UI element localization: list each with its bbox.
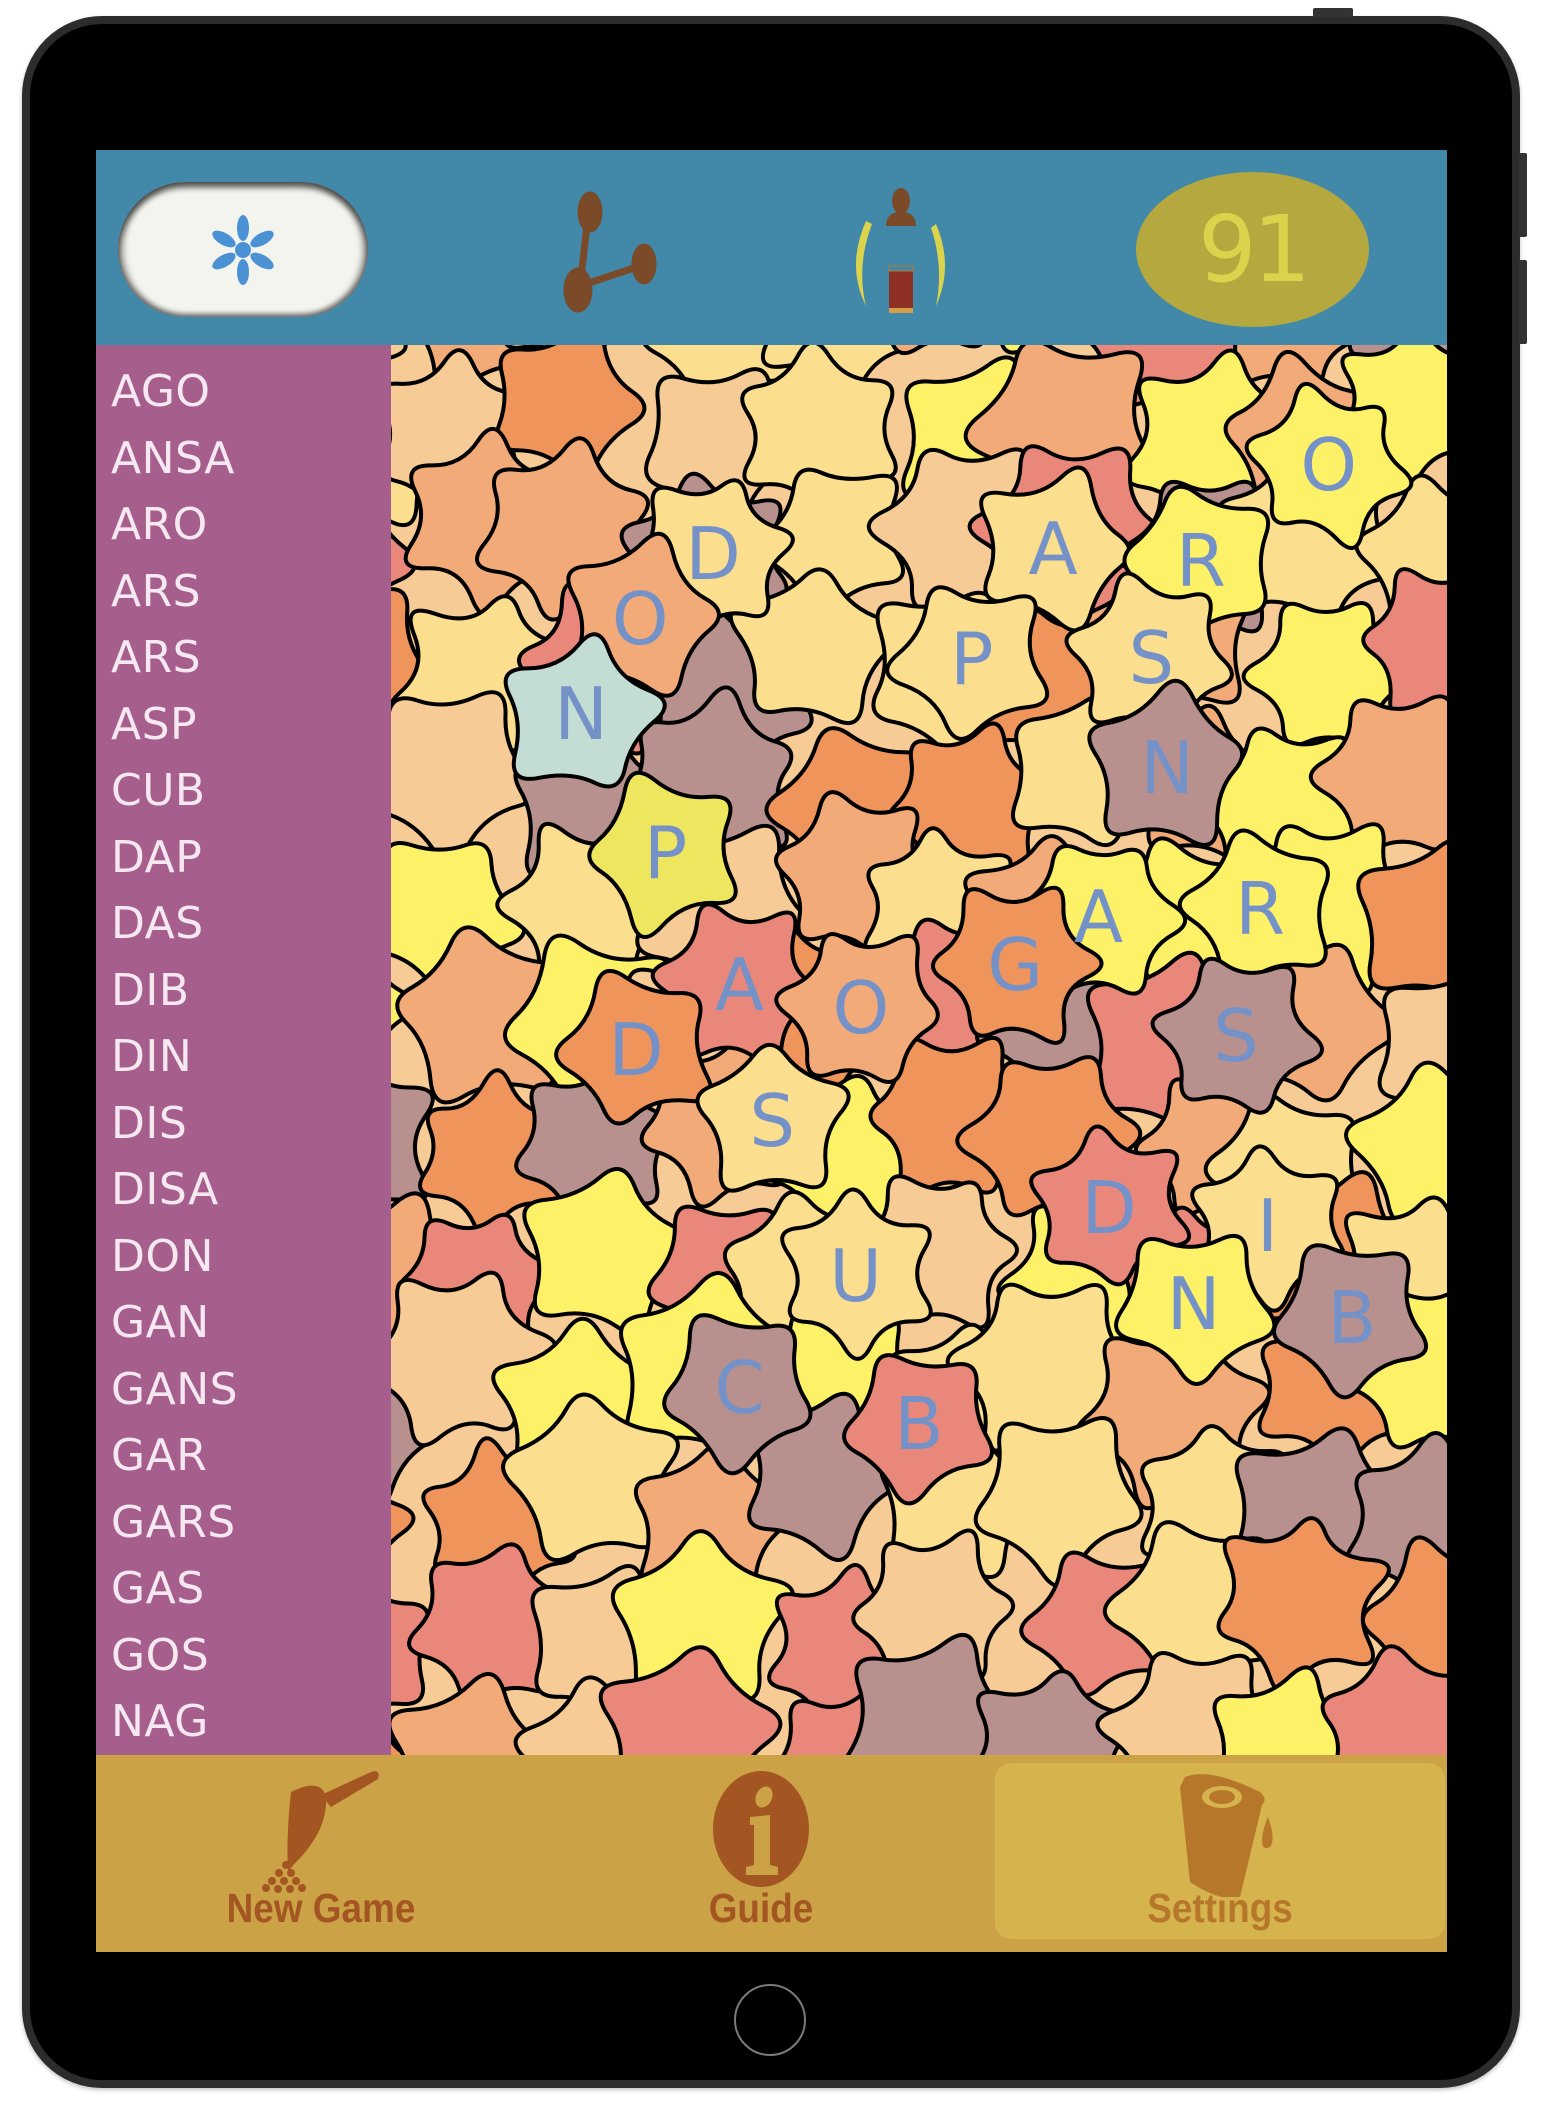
letter-tile[interactable]: A xyxy=(715,949,764,1021)
found-word: GAR xyxy=(111,1430,208,1481)
found-word: GARS xyxy=(111,1496,236,1548)
share-nodes-icon xyxy=(563,191,657,313)
found-words-list: AGO ANSA ARO ARS ARS ASP CUB DAP DAS DIB DIN DIS DIS… xyxy=(96,345,391,1755)
found-word: GOS xyxy=(111,1629,210,1681)
found-word: CUB xyxy=(111,765,206,816)
letter-tile[interactable]: D xyxy=(608,1014,663,1086)
found-word: GAN xyxy=(111,1297,210,1348)
letter-tile[interactable]: P xyxy=(950,623,993,695)
letter-tile[interactable]: B xyxy=(1327,1282,1376,1354)
tab-label: Guide xyxy=(708,1885,814,1931)
found-word: NAG xyxy=(111,1696,209,1747)
found-word: ARS xyxy=(111,632,202,683)
tab-guide[interactable]: Guide xyxy=(576,1763,946,1939)
letter-tile[interactable]: A xyxy=(1074,881,1123,953)
found-word: DIS xyxy=(111,1097,188,1149)
found-word: DAP xyxy=(111,831,203,883)
volume-up-button xyxy=(1519,153,1527,237)
found-word: GANS xyxy=(111,1363,239,1415)
found-word: DIN xyxy=(111,1031,193,1082)
info-icon xyxy=(713,1771,809,1887)
player-stats-button[interactable] xyxy=(836,176,966,326)
tab-label: New Game xyxy=(226,1885,416,1931)
found-word: DISA xyxy=(111,1164,219,1215)
found-word: GAS xyxy=(111,1563,205,1614)
found-word: ARS xyxy=(111,565,202,617)
found-word: DAS xyxy=(111,898,204,949)
puzzle-board[interactable]: DOAROPSNNPARAOGSDSDIUNBCB xyxy=(391,345,1447,1755)
found-word: ANSA xyxy=(111,432,235,484)
home-button[interactable] xyxy=(734,1984,806,2056)
letter-tile[interactable]: N xyxy=(1140,732,1194,804)
letter-tile[interactable]: P xyxy=(644,817,687,889)
found-word: AGO xyxy=(111,366,211,417)
share-button[interactable] xyxy=(544,186,674,316)
letter-tile[interactable]: O xyxy=(833,972,890,1044)
letter-tile[interactable]: D xyxy=(685,518,740,590)
found-word: ASP xyxy=(111,698,198,750)
volume-down-button xyxy=(1519,260,1527,344)
letter-tile[interactable]: B xyxy=(894,1388,943,1460)
letter-tile[interactable]: U xyxy=(829,1240,882,1312)
score-value: 91 xyxy=(1197,195,1311,303)
letter-tile[interactable]: S xyxy=(749,1085,795,1157)
letter-tile[interactable]: O xyxy=(1300,429,1357,501)
letter-tile[interactable]: S xyxy=(1213,1000,1259,1072)
power-button xyxy=(1313,8,1353,17)
letter-tile[interactable]: A xyxy=(1028,513,1077,585)
dripping-cup-icon xyxy=(1180,1774,1273,1897)
letter-tile[interactable]: D xyxy=(1081,1172,1136,1244)
found-word: DIB xyxy=(111,964,190,1016)
found-word: DON xyxy=(111,1230,214,1282)
letter-tile[interactable]: N xyxy=(1167,1268,1221,1340)
tab-settings[interactable]: Settings xyxy=(995,1763,1445,1939)
puzzle-pieces-background xyxy=(391,345,1447,1755)
letter-tile[interactable]: N xyxy=(554,678,608,750)
letter-tile[interactable]: C xyxy=(714,1352,764,1424)
player-stats-icon xyxy=(856,188,945,313)
asterisk-flower-icon xyxy=(212,215,274,285)
letter-tile[interactable]: R xyxy=(1176,525,1226,597)
tab-label: Settings xyxy=(1147,1885,1293,1931)
found-word: ARO xyxy=(111,499,208,550)
letter-tile[interactable]: S xyxy=(1128,622,1174,694)
tab-new-game[interactable]: New Game xyxy=(136,1763,506,1939)
bottom-tab-bar: New Game Guide Settings xyxy=(96,1755,1447,1952)
letter-tile[interactable]: I xyxy=(1257,1190,1278,1262)
letter-tile[interactable]: O xyxy=(612,583,669,655)
letter-tile[interactable]: G xyxy=(987,929,1043,1001)
app-screen: 91 AGO ANSA ARO ARS ARS ASP CUB DAP DAS DIB DIN DIS… xyxy=(96,150,1447,1952)
letter-tile[interactable]: R xyxy=(1235,873,1285,945)
menu-button[interactable] xyxy=(118,182,368,317)
pouring-scoop-icon xyxy=(262,1771,379,1893)
score-badge: 91 xyxy=(1136,172,1369,327)
top-toolbar: 91 xyxy=(96,150,1447,345)
